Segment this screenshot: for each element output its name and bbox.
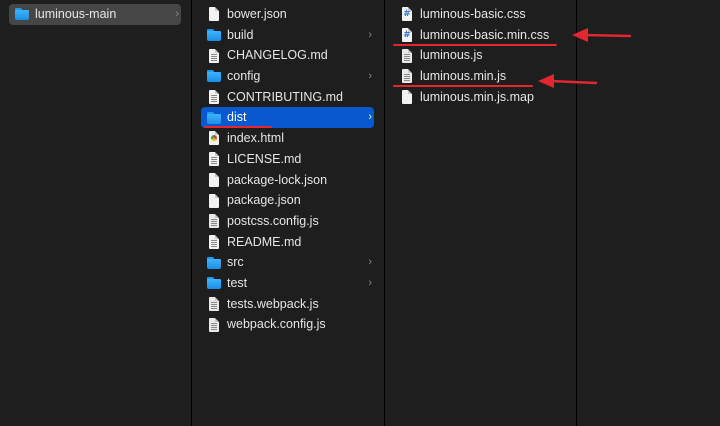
item-label: test — [227, 275, 248, 290]
item-label: README.md — [227, 234, 302, 249]
column-root-list: luminous-main › — [0, 0, 191, 25]
document-icon — [207, 234, 221, 249]
column-luminous-main: bower.json build › CHANGELOG.md config ›… — [192, 0, 385, 426]
item-label: CHANGELOG.md — [227, 48, 328, 63]
list-item-contributing[interactable]: CONTRIBUTING.md — [201, 87, 374, 108]
list-item-postcss-config[interactable]: postcss.config.js — [201, 211, 374, 232]
document-icon — [207, 172, 221, 187]
list-item-luminous-basic-css[interactable]: # luminous-basic.css — [394, 4, 568, 25]
folder-icon — [207, 276, 221, 290]
list-item-test[interactable]: test › — [201, 273, 374, 294]
item-label: bower.json — [227, 7, 287, 21]
list-item-readme[interactable]: README.md — [201, 232, 374, 253]
chevron-right-icon: › — [368, 70, 372, 83]
document-icon — [207, 152, 221, 167]
list-item-webpack-config[interactable]: webpack.config.js — [201, 314, 374, 335]
item-label: config — [227, 69, 261, 84]
folder-icon — [207, 28, 221, 42]
js-file-icon — [207, 296, 221, 311]
annotation-arrow-min-js — [538, 74, 598, 88]
annotation-underline-dist — [204, 126, 272, 128]
folder-icon — [207, 256, 221, 270]
list-item-package-json[interactable]: package.json — [201, 190, 374, 211]
document-icon — [207, 90, 221, 105]
chevron-right-icon: › — [368, 111, 372, 124]
item-label: package-lock.json — [227, 172, 328, 187]
document-icon — [400, 90, 414, 105]
folder-icon — [15, 7, 29, 21]
folder-icon — [207, 111, 221, 125]
item-label: postcss.config.js — [227, 213, 319, 228]
list-item-package-lock-json[interactable]: package-lock.json — [201, 170, 374, 191]
item-label: luminous-basic.css — [420, 7, 526, 21]
list-item-config[interactable]: config › — [201, 66, 374, 87]
annotation-underline-min-js — [393, 85, 533, 87]
item-label: build — [227, 27, 254, 42]
document-icon — [207, 48, 221, 63]
list-item-luminous-main[interactable]: luminous-main › — [9, 4, 181, 25]
column-empty — [577, 0, 720, 426]
list-item-changelog[interactable]: CHANGELOG.md — [201, 45, 374, 66]
item-label: index.html — [227, 131, 284, 146]
item-label: LICENSE.md — [227, 151, 302, 166]
js-file-icon — [207, 317, 221, 332]
item-label: luminous-basic.min.css — [420, 27, 550, 42]
document-icon — [207, 193, 221, 208]
list-item-index-html[interactable]: index.html — [201, 128, 374, 149]
item-label: luminous.js — [420, 48, 483, 63]
column-dist: # luminous-basic.css # luminous-basic.mi… — [385, 0, 577, 426]
list-item-build[interactable]: build › — [201, 25, 374, 46]
item-label: tests.webpack.js — [227, 296, 319, 311]
column-root: luminous-main › — [0, 0, 192, 426]
list-item-license[interactable]: LICENSE.md — [201, 149, 374, 170]
column-luminous-main-list: bower.json build › CHANGELOG.md config ›… — [192, 0, 384, 335]
css-file-icon: # — [400, 7, 414, 22]
css-file-icon: # — [400, 28, 414, 43]
chevron-right-icon: › — [368, 28, 372, 41]
list-item-tests-webpack[interactable]: tests.webpack.js — [201, 294, 374, 315]
document-icon — [207, 7, 221, 22]
list-item-luminous-basic-min-css[interactable]: # luminous-basic.min.css — [394, 25, 568, 46]
item-label: luminous-main — [35, 7, 117, 21]
item-label: package.json — [227, 193, 301, 208]
list-item-src[interactable]: src › — [201, 252, 374, 273]
item-label: webpack.config.js — [227, 317, 326, 332]
item-label: CONTRIBUTING.md — [227, 89, 343, 104]
js-file-icon — [207, 214, 221, 229]
js-file-icon — [400, 48, 414, 63]
item-label: src — [227, 255, 244, 270]
chevron-right-icon: › — [175, 8, 179, 20]
annotation-arrow-basic-min-css — [572, 28, 632, 42]
js-file-icon — [400, 69, 414, 84]
folder-icon — [207, 69, 221, 83]
list-item-luminous-js[interactable]: luminous.js — [394, 45, 568, 66]
chevron-right-icon: › — [368, 276, 372, 289]
list-item-bower-json[interactable]: bower.json — [201, 4, 374, 25]
annotation-underline-basic-min-css — [393, 44, 557, 46]
chevron-right-icon: › — [368, 256, 372, 269]
html-file-icon — [207, 131, 221, 146]
